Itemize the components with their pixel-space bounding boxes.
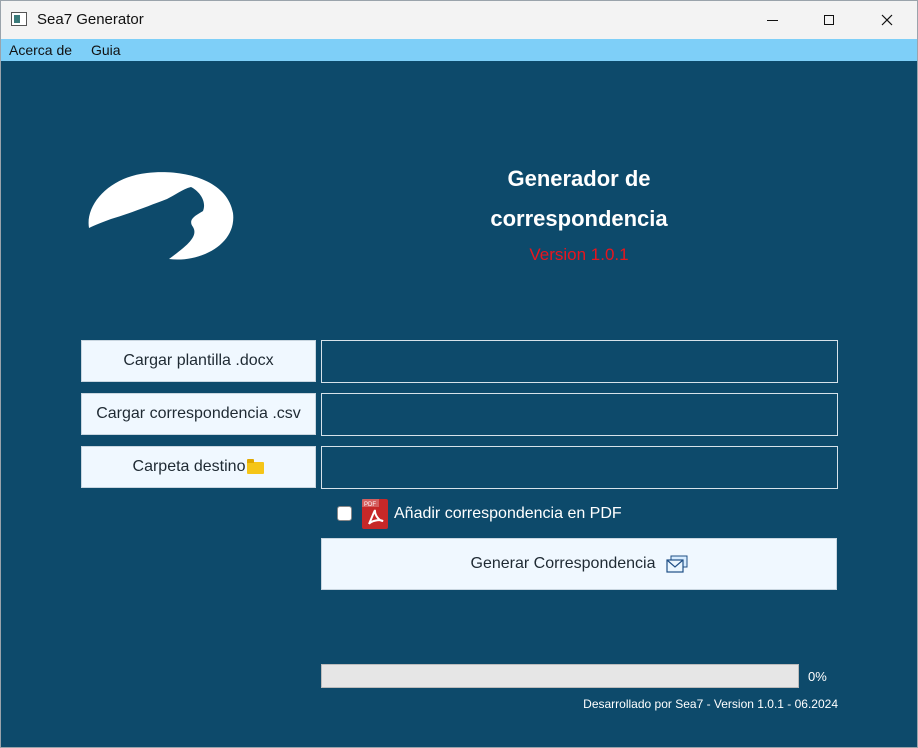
- close-button[interactable]: [858, 1, 916, 39]
- folder-icon: [247, 458, 265, 474]
- template-path-field[interactable]: [321, 340, 838, 383]
- menu-bar: Acerca de Guia: [1, 39, 917, 61]
- version-label: Version 1.0.1: [529, 245, 629, 264]
- menu-item-guia[interactable]: Guia: [91, 42, 121, 58]
- destination-folder-label: Carpeta destino: [132, 458, 246, 475]
- pdf-checkbox[interactable]: [337, 506, 352, 521]
- footer-credits: Desarrollado por Sea7 - Version 1.0.1 - …: [583, 697, 838, 711]
- mail-icon: [665, 555, 687, 573]
- destination-folder-field[interactable]: [321, 446, 838, 489]
- load-template-button[interactable]: Cargar plantilla .docx: [81, 340, 316, 382]
- maximize-icon: [824, 15, 834, 25]
- load-csv-label: Cargar correspondencia .csv: [96, 405, 301, 422]
- pdf-icon: PDF: [362, 499, 388, 529]
- generate-button[interactable]: Generar Correspondencia: [321, 538, 837, 590]
- menu-item-acerca-de[interactable]: Acerca de: [9, 42, 72, 58]
- svg-text:PDF: PDF: [364, 502, 376, 508]
- load-template-label: Cargar plantilla .docx: [123, 352, 274, 369]
- title-bar[interactable]: Sea7 Generator: [1, 1, 917, 39]
- progress-percent: 0%: [808, 669, 827, 684]
- generate-button-label: Generar Correspondencia: [470, 555, 656, 572]
- minimize-icon: [766, 19, 778, 21]
- sea7-logo: [88, 172, 234, 260]
- pdf-option-label: Añadir correspondencia en PDF: [394, 505, 622, 522]
- window-title: Sea7 Generator: [37, 11, 144, 28]
- csv-path-field[interactable]: [321, 393, 838, 436]
- page-title-line-1: Generador de: [507, 166, 651, 191]
- destination-folder-button[interactable]: Carpeta destino: [81, 446, 316, 488]
- app-window-icon: [11, 12, 27, 26]
- maximize-button[interactable]: [800, 1, 858, 39]
- pdf-option-row: PDF Añadir correspondencia en PDF: [337, 499, 657, 529]
- app-window: Sea7 Generator Acerca de Guia Generador …: [0, 0, 918, 748]
- close-icon: [881, 14, 893, 26]
- load-csv-button[interactable]: Cargar correspondencia .csv: [81, 393, 316, 435]
- progress-bar: [321, 664, 799, 688]
- minimize-button[interactable]: [743, 1, 801, 39]
- page-title-line-2: correspondencia: [490, 206, 668, 231]
